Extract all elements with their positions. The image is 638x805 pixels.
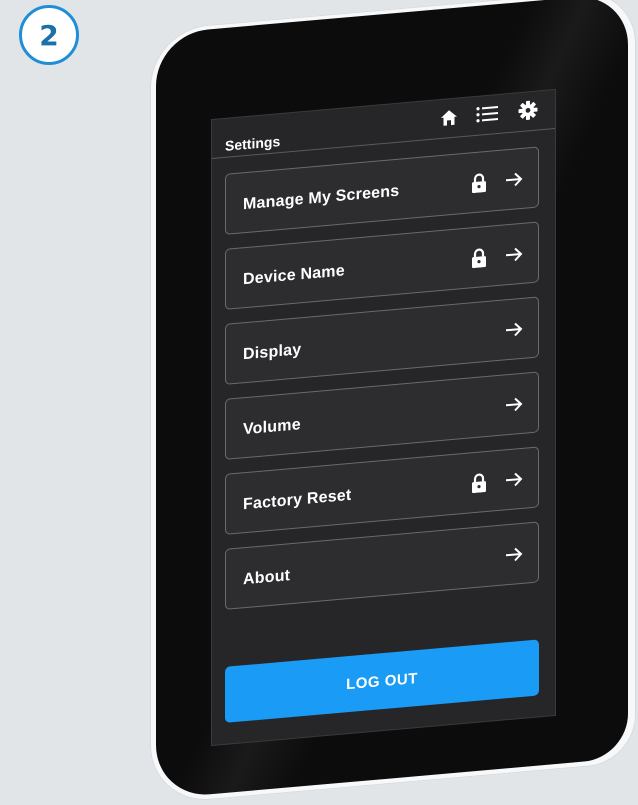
menu-item-label: Volume: [243, 416, 301, 439]
device-screen: Settings Manage My Screens Device Name D…: [212, 89, 555, 745]
step-number: 2: [39, 18, 59, 52]
lock-icon: [472, 248, 486, 269]
logout-button[interactable]: LOG OUT: [225, 639, 539, 723]
menu-item-about[interactable]: About: [225, 521, 539, 610]
menu-item-factory-reset[interactable]: Factory Reset: [225, 446, 539, 535]
lock-icon: [472, 473, 486, 494]
lock-icon: [472, 173, 486, 194]
menu-item-label: Device Name: [243, 262, 345, 289]
menu-item-volume[interactable]: Volume: [225, 371, 539, 460]
arrow-right-icon: [506, 547, 523, 562]
gear-icon[interactable]: [516, 97, 540, 123]
menu-item-device-name[interactable]: Device Name: [225, 221, 539, 310]
list-icon[interactable]: [475, 101, 499, 127]
menu-item-display[interactable]: Display: [225, 296, 539, 385]
menu-item-label: Factory Reset: [243, 486, 352, 514]
menu-item-label: Manage My Screens: [243, 182, 400, 214]
page-title: Settings: [225, 133, 281, 154]
menu-item-label: About: [243, 567, 291, 589]
menu-item-label: Display: [243, 341, 302, 364]
arrow-right-icon: [506, 247, 523, 262]
step-number-badge: 2: [19, 5, 79, 65]
menu-item-manage-my-screens[interactable]: Manage My Screens: [225, 146, 539, 235]
arrow-right-icon: [506, 397, 523, 412]
arrow-right-icon: [506, 472, 523, 487]
home-icon[interactable]: [437, 104, 461, 130]
arrow-right-icon: [506, 172, 523, 187]
logout-label: LOG OUT: [346, 669, 418, 693]
arrow-right-icon: [506, 322, 523, 337]
